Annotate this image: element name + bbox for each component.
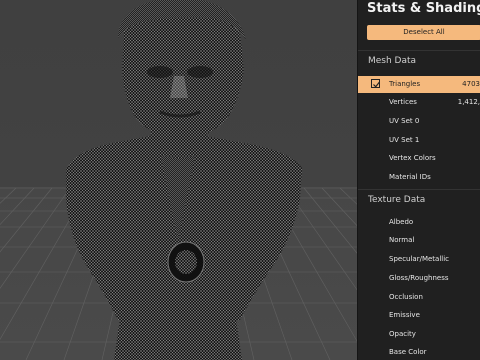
stats-shading-panel: Stats & Shading Deselect All Mesh Data T… [357, 0, 480, 360]
texture-row-emissive[interactable]: Emissive [358, 307, 480, 324]
deselect-all-button[interactable]: Deselect All [367, 25, 480, 40]
row-label: Material IDs [389, 173, 431, 181]
row-label: Vertex Colors [389, 154, 436, 162]
texture-row-gloss-roughness[interactable]: Gloss/Roughness [358, 270, 480, 287]
row-label: Normal [389, 236, 415, 244]
texture-row-albedo[interactable]: Albedo [358, 214, 480, 231]
row-label: Albedo [389, 218, 414, 226]
texture-row-specular-metallic[interactable]: Specular/Metallic [358, 251, 480, 268]
texture-row-occlusion[interactable]: Occlusion [358, 289, 480, 306]
row-label: Base Color [389, 348, 427, 356]
row-label: UV Set 1 [389, 136, 420, 144]
row-label: Vertices [389, 98, 417, 106]
row-value: 1,412, [457, 98, 480, 106]
row-label: Emissive [389, 311, 420, 319]
mesh-row-triangles[interactable]: Triangles 4703 [358, 76, 480, 93]
row-label: Triangles [389, 80, 421, 88]
texture-row-opacity[interactable]: Opacity [358, 326, 480, 343]
row-label: Opacity [389, 330, 416, 338]
texture-data-header: Texture Data [368, 195, 426, 205]
checkbox-checked-icon[interactable] [371, 79, 380, 88]
row-label: Occlusion [389, 293, 423, 301]
mesh-row-uv-set-1[interactable]: UV Set 1 [358, 132, 480, 149]
mesh-row-vertex-colors[interactable]: Vertex Colors [358, 150, 480, 167]
texture-row-normal[interactable]: Normal [358, 232, 480, 249]
mesh-data-header: Mesh Data [368, 56, 417, 66]
panel-title: Stats & Shading [367, 1, 480, 16]
divider [358, 50, 480, 51]
row-label: Specular/Metallic [389, 255, 450, 263]
row-value: 4703 [462, 80, 480, 88]
row-label: Gloss/Roughness [389, 274, 449, 282]
mesh-row-uv-set-0[interactable]: UV Set 0 [358, 113, 480, 130]
3d-viewport[interactable] [0, 0, 357, 360]
divider [358, 189, 480, 190]
viewport-scene [0, 0, 357, 360]
texture-row-base-color[interactable]: Base Color [358, 344, 480, 360]
mesh-row-material-ids[interactable]: Material IDs [358, 169, 480, 186]
mesh-row-vertices[interactable]: Vertices 1,412, [358, 94, 480, 111]
row-label: UV Set 0 [389, 117, 420, 125]
bust-base [114, 318, 242, 360]
